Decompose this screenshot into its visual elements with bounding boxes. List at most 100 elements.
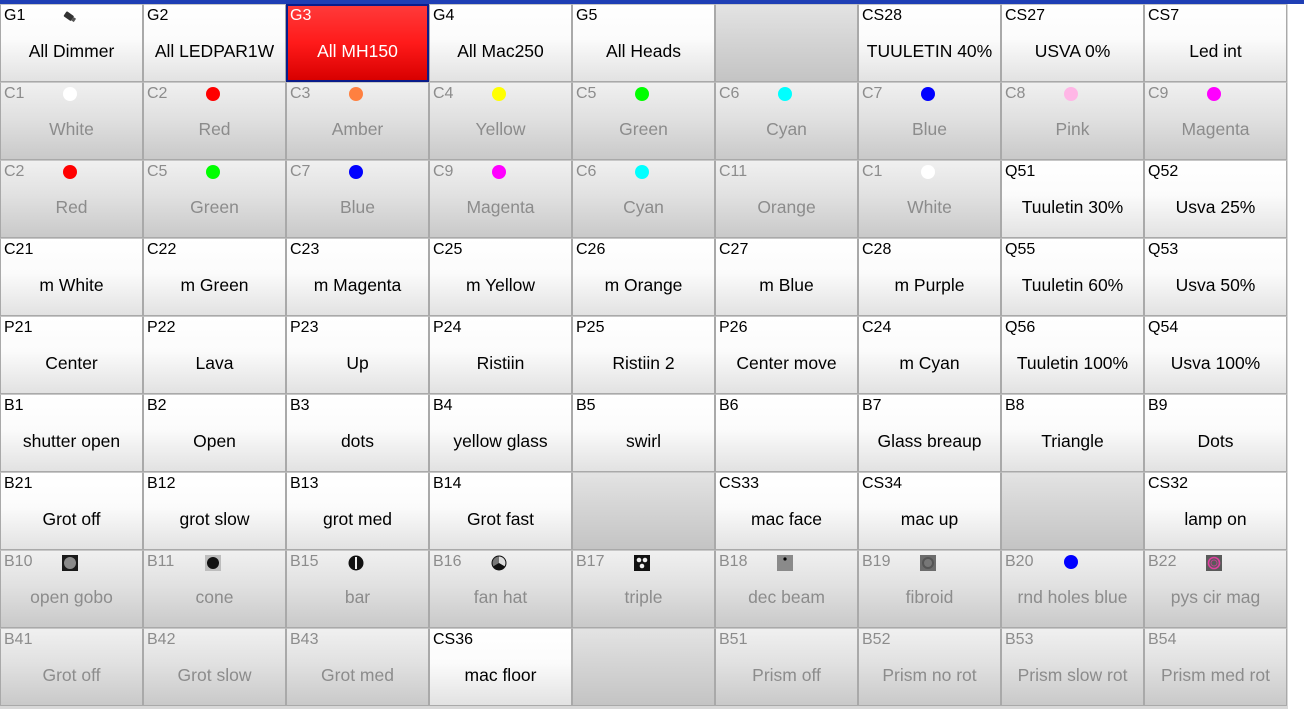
preset-button-c9-r2c3[interactable]: C9 Magenta [429,160,572,238]
preset-button-c1-r2c6[interactable]: C1 White [858,160,1001,238]
preset-button-g2-r0c1[interactable]: G2 All LEDPAR1W [143,4,286,82]
preset-button-c6-r2c4[interactable]: C6 Cyan [572,160,715,238]
color-dot-icon [349,87,363,101]
preset-button-b42-r8c1[interactable]: B42 Grot slow [143,628,286,706]
preset-button-b19-r7c6[interactable]: B19 fibroid [858,550,1001,628]
preset-button-c7-r1c6[interactable]: C7 Blue [858,82,1001,160]
preset-button-b17-r7c4[interactable]: B17 triple [572,550,715,628]
preset-button-cs28-r0c6[interactable]: CS28 TUULETIN 40% [858,4,1001,82]
preset-button-b54-r8c8[interactable]: B54 Prism med rot [1144,628,1287,706]
preset-button-b4-r5c3[interactable]: B4 yellow glass [429,394,572,472]
preset-button-empty-r6c4[interactable] [572,472,715,550]
preset-button-c28-r3c6[interactable]: C28 m Purple [858,238,1001,316]
preset-button-cs33-r6c5[interactable]: CS33 mac face [715,472,858,550]
preset-button-q56-r4c7[interactable]: Q56 Tuuletin 100% [1001,316,1144,394]
preset-button-q52-r2c8[interactable]: Q52 Usva 25% [1144,160,1287,238]
preset-button-p26-r4c5[interactable]: P26 Center move [715,316,858,394]
preset-button-q55-r3c7[interactable]: Q55 Tuuletin 60% [1001,238,1144,316]
preset-button-c5-r2c1[interactable]: C5 Green [143,160,286,238]
preset-button-b3-r5c2[interactable]: B3 dots [286,394,429,472]
preset-button-b9-r5c8[interactable]: B9 Dots [1144,394,1287,472]
preset-button-c4-r1c3[interactable]: C4 Yellow [429,82,572,160]
preset-button-b51-r8c5[interactable]: B51 Prism off [715,628,858,706]
preset-button-q54-r4c8[interactable]: Q54 Usva 100% [1144,316,1287,394]
preset-button-q51-r2c7[interactable]: Q51 Tuuletin 30% [1001,160,1144,238]
preset-button-b8-r5c7[interactable]: B8 Triangle [1001,394,1144,472]
preset-button-b18-r7c5[interactable]: B18 dec beam [715,550,858,628]
preset-button-c6-r1c5[interactable]: C6 Cyan [715,82,858,160]
preset-button-cs27-r0c7[interactable]: CS27 USVA 0% [1001,4,1144,82]
preset-label: mac face [751,509,822,529]
preset-button-c24-r4c6[interactable]: C24 m Cyan [858,316,1001,394]
preset-button-cs7-r0c8[interactable]: CS7 Led int [1144,4,1287,82]
preset-button-b5-r5c4[interactable]: B5 swirl [572,394,715,472]
preset-button-q53-r3c8[interactable]: Q53 Usva 50% [1144,238,1287,316]
preset-code: B51 [719,631,748,648]
preset-code: C2 [4,163,25,180]
preset-button-c23-r3c2[interactable]: C23 m Magenta [286,238,429,316]
preset-button-b20-r7c7[interactable]: B20 rnd holes blue [1001,550,1144,628]
preset-button-b15-r7c2[interactable]: B15 bar [286,550,429,628]
preset-button-p23-r4c2[interactable]: P23 Up [286,316,429,394]
preset-button-p21-r4c0[interactable]: P21 Center [0,316,143,394]
preset-button-cs36-r8c3[interactable]: CS36 mac floor [429,628,572,706]
preset-label: Orange [757,197,816,217]
preset-button-p25-r4c4[interactable]: P25 Ristiin 2 [572,316,715,394]
preset-button-b12-r6c1[interactable]: B12 grot slow [143,472,286,550]
preset-button-g5-r0c4[interactable]: G5 All Heads [572,4,715,82]
preset-label: Yellow [475,119,526,139]
preset-button-c11-r2c5[interactable]: C11 Orange [715,160,858,238]
preset-button-c21-r3c0[interactable]: C21 m White [0,238,143,316]
preset-button-c22-r3c1[interactable]: C22 m Green [143,238,286,316]
preset-button-empty-r6c7[interactable] [1001,472,1144,550]
preset-button-g4-r0c3[interactable]: G4 All Mac250 [429,4,572,82]
preset-code: B43 [290,631,319,648]
preset-button-g3-r0c2[interactable]: G3 All MH150 [286,4,429,82]
preset-button-b43-r8c2[interactable]: B43 Grot med [286,628,429,706]
preset-button-b2-r5c1[interactable]: B2 Open [143,394,286,472]
color-dot-icon [206,87,220,101]
preset-button-c26-r3c4[interactable]: C26 m Orange [572,238,715,316]
preset-button-cs32-r6c8[interactable]: CS32 lamp on [1144,472,1287,550]
preset-button-c7-r2c2[interactable]: C7 Blue [286,160,429,238]
preset-button-b14-r6c3[interactable]: B14 Grot fast [429,472,572,550]
preset-button-b53-r8c7[interactable]: B53 Prism slow rot [1001,628,1144,706]
preset-button-c3-r1c2[interactable]: C3 Amber [286,82,429,160]
preset-code: C4 [433,85,454,102]
preset-button-c2-r1c1[interactable]: C2 Red [143,82,286,160]
preset-button-b1-r5c0[interactable]: B1 shutter open [0,394,143,472]
preset-button-g1-r0c0[interactable]: G1 All Dimmer [0,4,143,82]
preset-label: m Cyan [899,353,960,373]
preset-button-c1-r1c0[interactable]: C1 White [0,82,143,160]
preset-button-b16-r7c3[interactable]: B16 fan hat [429,550,572,628]
preset-button-empty-r0c5[interactable] [715,4,858,82]
preset-button-c8-r1c7[interactable]: C8 Pink [1001,82,1144,160]
preset-button-b13-r6c2[interactable]: B13 grot med [286,472,429,550]
preset-button-c25-r3c3[interactable]: C25 m Yellow [429,238,572,316]
preset-button-b22-r7c8[interactable]: B22 pys cir mag [1144,550,1287,628]
preset-label: Prism slow rot [1017,665,1128,685]
preset-button-b52-r8c6[interactable]: B52 Prism no rot [858,628,1001,706]
preset-label: Tuuletin 30% [1021,197,1124,217]
preset-code: B19 [862,553,891,570]
preset-button-b11-r7c1[interactable]: B11 cone [143,550,286,628]
preset-button-b21-r6c0[interactable]: B21 Grot off [0,472,143,550]
preset-button-c27-r3c5[interactable]: C27 m Blue [715,238,858,316]
preset-button-p24-r4c3[interactable]: P24 Ristiin [429,316,572,394]
color-dot-icon [778,87,792,101]
preset-button-grid: G1 All Dimmer G2 All LEDPAR1W G3 All MH150 G4 A… [0,4,1288,709]
preset-button-c9-r1c8[interactable]: C9 Magenta [1144,82,1287,160]
preset-button-b10-r7c0[interactable]: B10 open gobo [0,550,143,628]
preset-button-c5-r1c4[interactable]: C5 Green [572,82,715,160]
preset-button-b41-r8c0[interactable]: B41 Grot off [0,628,143,706]
preset-button-p22-r4c1[interactable]: P22 Lava [143,316,286,394]
preset-button-empty-r8c4[interactable] [572,628,715,706]
preset-code: B20 [1005,553,1034,570]
preset-button-c2-r2c0[interactable]: C2 Red [0,160,143,238]
preset-button-b6-r5c5[interactable]: B6 [715,394,858,472]
preset-code: C6 [719,85,740,102]
preset-button-cs34-r6c6[interactable]: CS34 mac up [858,472,1001,550]
preset-code: C23 [290,241,320,258]
preset-label: Prism no rot [882,665,977,685]
preset-button-b7-r5c6[interactable]: B7 Glass breaup [858,394,1001,472]
